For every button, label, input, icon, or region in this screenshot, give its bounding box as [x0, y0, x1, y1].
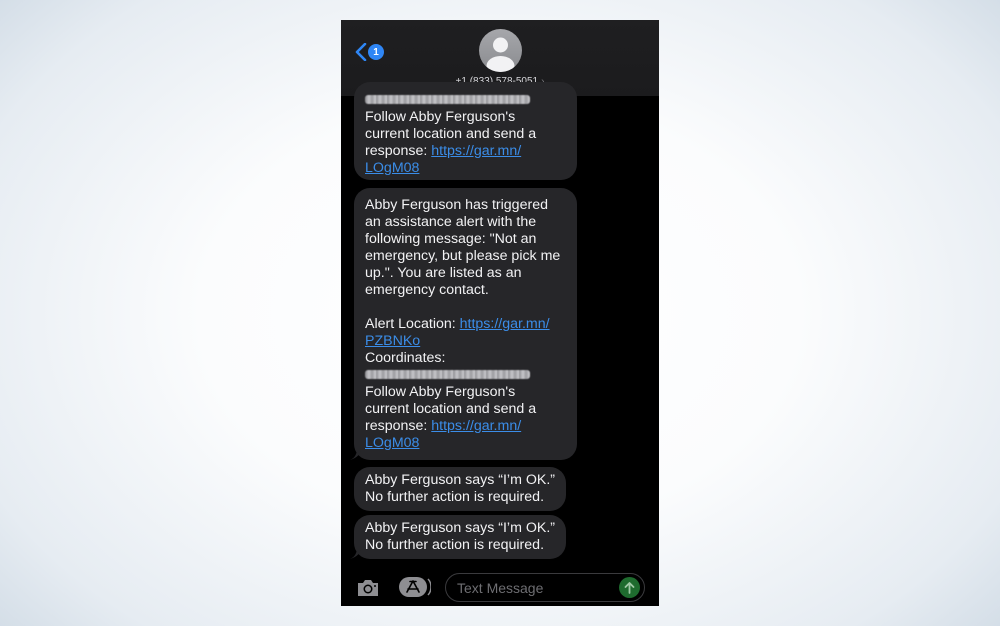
message-line: Abby Ferguson says “I’m OK.” — [365, 472, 556, 488]
message-line: No further action is required. — [365, 489, 545, 505]
message-bubble[interactable]: Abby Ferguson says “I’m OK.” No further … — [354, 515, 566, 559]
message-line: up.". You are listed as an — [365, 265, 522, 281]
bubble-tail — [350, 547, 361, 559]
response-label: response: — [365, 418, 432, 434]
alert-location-link[interactable]: https://gar.mn/ — [460, 316, 550, 332]
message-line: an assistance alert with the — [365, 214, 537, 230]
response-link[interactable]: https://gar.mn/ — [431, 143, 521, 159]
alert-location-label: Alert Location: — [365, 316, 460, 332]
camera-icon[interactable] — [356, 578, 380, 597]
message-line: Follow Abby Ferguson's — [365, 109, 516, 125]
chevron-left-icon — [355, 43, 367, 61]
message-line: Abby Ferguson has triggered — [365, 197, 548, 213]
message-bubble[interactable]: Abby Ferguson has triggered an assistanc… — [354, 188, 577, 460]
send-button[interactable] — [619, 577, 640, 598]
message-input[interactable]: Text Message — [445, 573, 645, 602]
message-bubble[interactable]: Abby Ferguson says “I’m OK.” No further … — [354, 467, 566, 511]
unread-badge: 1 — [368, 44, 384, 60]
contact-avatar[interactable] — [479, 29, 522, 72]
redacted-coordinates — [365, 95, 530, 104]
composer-bar: Text Message — [341, 568, 659, 606]
message-line: No further action is required. — [365, 537, 545, 553]
phone-screen: 1 +1 (833) 578-5051› Follow Abby Ferguso… — [341, 20, 659, 606]
message-line: current location and send a — [365, 126, 537, 142]
message-line: following message: "Not an — [365, 231, 537, 247]
back-button[interactable]: 1 — [355, 43, 384, 61]
message-line: emergency contact. — [365, 282, 489, 298]
person-icon — [486, 37, 515, 72]
message-bubble[interactable]: Follow Abby Ferguson's current location … — [354, 82, 577, 180]
app-store-icon[interactable] — [399, 577, 431, 597]
alert-location-link[interactable]: PZBNKo — [365, 333, 420, 349]
message-line: Abby Ferguson says “I’m OK.” — [365, 520, 556, 536]
message-input-placeholder: Text Message — [457, 580, 544, 596]
coordinates-label: Coordinates: — [365, 350, 446, 366]
response-link[interactable]: https://gar.mn/ — [431, 418, 521, 434]
redacted-coordinates — [365, 370, 530, 379]
send-arrow-icon — [624, 581, 635, 594]
response-link[interactable]: LOgM08 — [365, 435, 419, 451]
response-link[interactable]: LOgM08 — [365, 160, 419, 176]
message-line: Follow Abby Ferguson's — [365, 384, 516, 400]
message-line: emergency, but please pick me — [365, 248, 561, 264]
bubble-tail — [350, 448, 361, 460]
message-line: response: — [365, 143, 432, 159]
message-line: current location and send a — [365, 401, 537, 417]
